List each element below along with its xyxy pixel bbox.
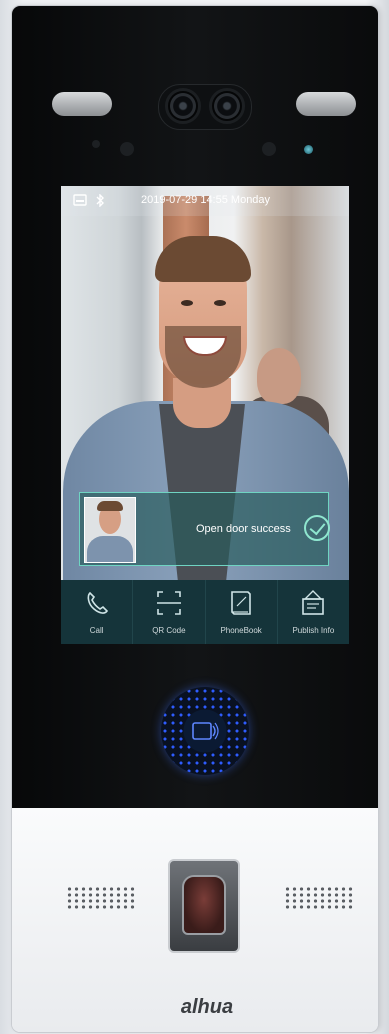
intercom-device: 2019-07-29 14:55 Monday Open door succes… bbox=[12, 6, 378, 1032]
check-circle-icon bbox=[304, 515, 330, 541]
card-reader-area[interactable] bbox=[161, 687, 249, 775]
nfc-card-icon bbox=[192, 722, 219, 740]
camera-lens-right bbox=[209, 88, 245, 124]
dock-item-qr-code[interactable]: QR Code bbox=[133, 580, 206, 644]
dock-item-phonebook[interactable]: PhoneBook bbox=[206, 580, 278, 644]
status-datetime: 2019-07-29 14:55 Monday bbox=[141, 194, 271, 206]
status-bar: 2019-07-29 14:55 Monday bbox=[61, 186, 349, 216]
qr-scan-icon bbox=[156, 591, 181, 615]
phone-icon bbox=[87, 591, 108, 614]
camera-lens-left bbox=[165, 88, 201, 124]
fingerprint-reader[interactable] bbox=[168, 859, 240, 953]
thumbnail-body bbox=[87, 536, 133, 562]
card-icon bbox=[73, 194, 87, 210]
speaker-grille-left bbox=[66, 886, 136, 910]
door-open-notification: Open door success bbox=[79, 492, 330, 566]
ir-sensor bbox=[262, 142, 276, 156]
background-person-head bbox=[257, 348, 301, 404]
dock-item-call[interactable]: Call bbox=[61, 580, 134, 644]
dock-label-call: Call bbox=[89, 626, 104, 635]
visitor-eye-right bbox=[214, 300, 226, 306]
toast-message: Open door success bbox=[196, 523, 291, 535]
speaker-grille-right bbox=[284, 886, 354, 910]
right-light-sensor bbox=[296, 92, 356, 116]
thumbnail-hair bbox=[97, 501, 123, 511]
notice-board-icon bbox=[302, 590, 325, 615]
visitor-eye-left bbox=[181, 300, 193, 306]
dock-label-phonebook: PhoneBook bbox=[220, 626, 262, 635]
microphone-hole bbox=[120, 142, 134, 156]
brand-logo: alhua bbox=[180, 996, 234, 1018]
display-screen: 2019-07-29 14:55 Monday Open door succes… bbox=[61, 186, 349, 644]
dock-item-publish-info[interactable]: Publish Info bbox=[278, 580, 349, 644]
status-led bbox=[304, 145, 313, 154]
bottom-dock: Call QR Code PhoneBook Publish Info bbox=[61, 580, 349, 644]
sensor-dot bbox=[92, 140, 100, 148]
dock-label-publish-info: Publish Info bbox=[292, 626, 335, 635]
dock-label-qr-code: QR Code bbox=[152, 626, 186, 635]
visitor-thumbnail bbox=[84, 497, 136, 563]
fingerprint-sensor[interactable] bbox=[182, 875, 226, 935]
bluetooth-icon bbox=[95, 193, 105, 211]
book-icon bbox=[231, 591, 251, 615]
left-light-sensor bbox=[52, 92, 112, 116]
